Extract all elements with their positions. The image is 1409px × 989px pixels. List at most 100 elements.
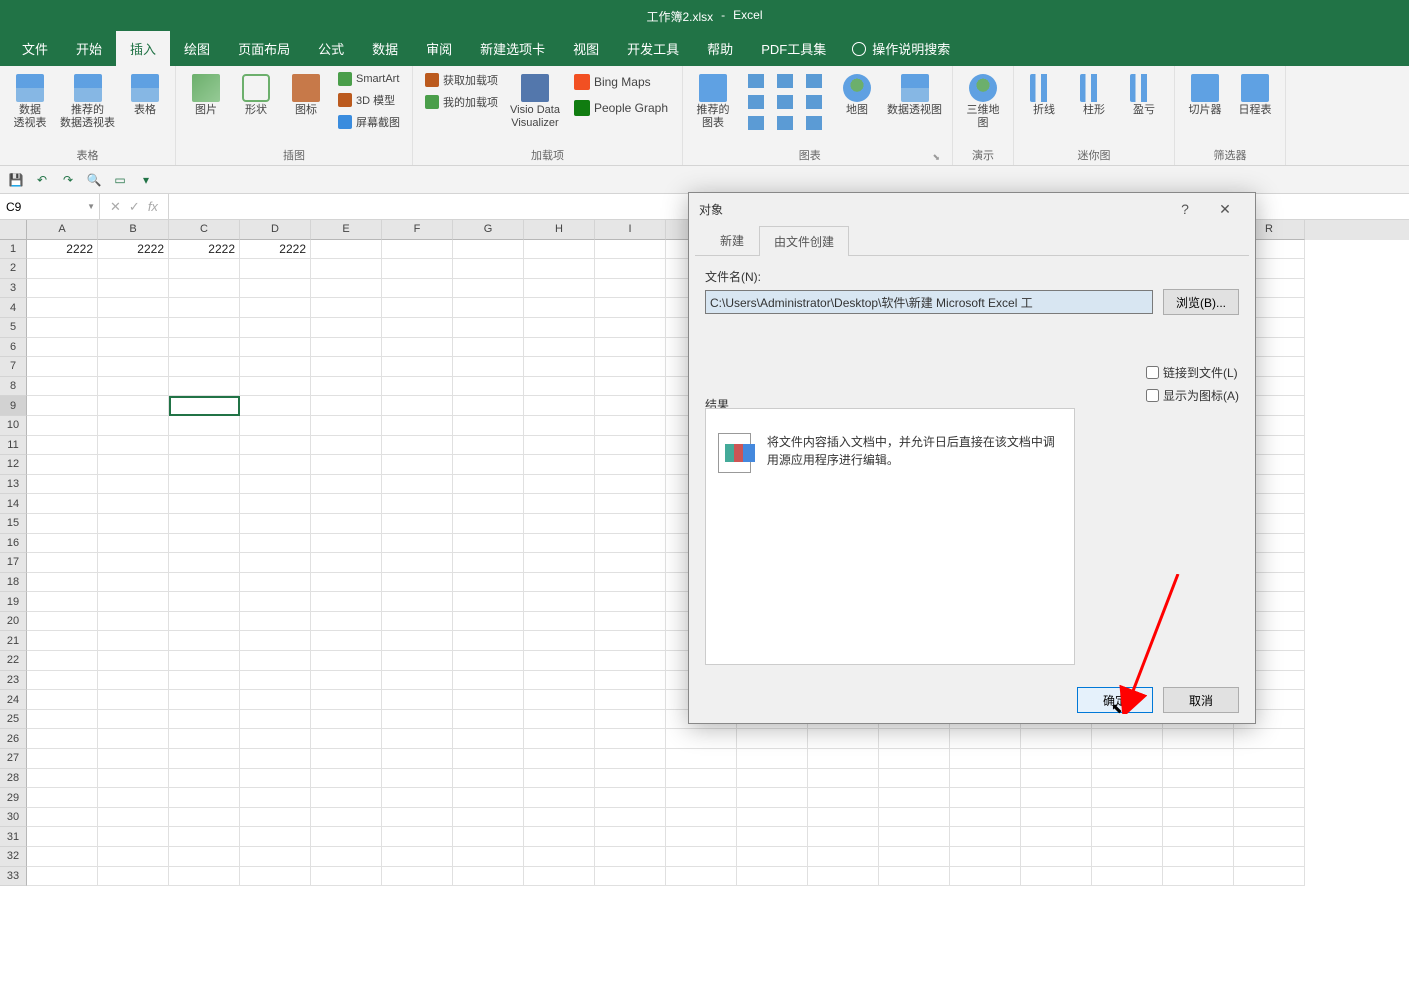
cell-C19[interactable] xyxy=(169,592,240,612)
cell-B30[interactable] xyxy=(98,808,169,828)
cell-A21[interactable] xyxy=(27,631,98,651)
cell-C12[interactable] xyxy=(169,455,240,475)
cell-E4[interactable] xyxy=(311,298,382,318)
enter-formula-button[interactable]: ✓ xyxy=(129,199,140,215)
cell-A4[interactable] xyxy=(27,298,98,318)
cell-H20[interactable] xyxy=(524,612,595,632)
cell-G29[interactable] xyxy=(453,788,524,808)
cell-D16[interactable] xyxy=(240,534,311,554)
cell-A28[interactable] xyxy=(27,769,98,789)
pivotchart-button[interactable]: 数据透视图 xyxy=(885,70,944,121)
cell-A30[interactable] xyxy=(27,808,98,828)
cell-R32[interactable] xyxy=(1234,847,1305,867)
cell-I33[interactable] xyxy=(595,867,666,887)
col-header-I[interactable]: I xyxy=(595,220,666,240)
rec-pivot-button[interactable]: 推荐的 数据透视表 xyxy=(58,70,117,134)
cell-C10[interactable] xyxy=(169,416,240,436)
cell-D20[interactable] xyxy=(240,612,311,632)
cell-H15[interactable] xyxy=(524,514,595,534)
cell-A1[interactable]: 2222 xyxy=(27,240,98,260)
row-header-31[interactable]: 31 xyxy=(0,827,27,847)
cell-M30[interactable] xyxy=(879,808,950,828)
row-header-6[interactable]: 6 xyxy=(0,338,27,358)
cell-E12[interactable] xyxy=(311,455,382,475)
cell-E31[interactable] xyxy=(311,827,382,847)
cell-D28[interactable] xyxy=(240,769,311,789)
cell-G3[interactable] xyxy=(453,279,524,299)
cell-A6[interactable] xyxy=(27,338,98,358)
tab-formulas[interactable]: 公式 xyxy=(304,31,358,66)
cell-R31[interactable] xyxy=(1234,827,1305,847)
row-header-23[interactable]: 23 xyxy=(0,671,27,691)
cell-N27[interactable] xyxy=(950,749,1021,769)
cell-A5[interactable] xyxy=(27,318,98,338)
cell-D6[interactable] xyxy=(240,338,311,358)
cell-N28[interactable] xyxy=(950,769,1021,789)
cell-D19[interactable] xyxy=(240,592,311,612)
cell-O31[interactable] xyxy=(1021,827,1092,847)
cell-C18[interactable] xyxy=(169,573,240,593)
cell-A23[interactable] xyxy=(27,671,98,691)
cell-E21[interactable] xyxy=(311,631,382,651)
cell-F3[interactable] xyxy=(382,279,453,299)
cell-H19[interactable] xyxy=(524,592,595,612)
cell-F12[interactable] xyxy=(382,455,453,475)
tell-me[interactable]: 操作说明搜索 xyxy=(852,31,950,66)
tab-developer[interactable]: 开发工具 xyxy=(613,31,693,66)
cell-G32[interactable] xyxy=(453,847,524,867)
cell-D2[interactable] xyxy=(240,259,311,279)
cell-P30[interactable] xyxy=(1092,808,1163,828)
cell-C30[interactable] xyxy=(169,808,240,828)
chart-pie-button[interactable] xyxy=(801,72,827,90)
cell-G18[interactable] xyxy=(453,573,524,593)
row-header-32[interactable]: 32 xyxy=(0,847,27,867)
cell-F19[interactable] xyxy=(382,592,453,612)
cell-H33[interactable] xyxy=(524,867,595,887)
cell-N26[interactable] xyxy=(950,729,1021,749)
cell-O32[interactable] xyxy=(1021,847,1092,867)
cell-M31[interactable] xyxy=(879,827,950,847)
filename-input[interactable] xyxy=(705,290,1153,314)
cell-E30[interactable] xyxy=(311,808,382,828)
cell-A15[interactable] xyxy=(27,514,98,534)
cell-D5[interactable] xyxy=(240,318,311,338)
cell-E27[interactable] xyxy=(311,749,382,769)
cell-B11[interactable] xyxy=(98,436,169,456)
cell-K31[interactable] xyxy=(737,827,808,847)
cell-E23[interactable] xyxy=(311,671,382,691)
cell-M27[interactable] xyxy=(879,749,950,769)
cell-B26[interactable] xyxy=(98,729,169,749)
cell-C2[interactable] xyxy=(169,259,240,279)
cell-N33[interactable] xyxy=(950,867,1021,887)
cell-B4[interactable] xyxy=(98,298,169,318)
cell-O30[interactable] xyxy=(1021,808,1092,828)
tab-home[interactable]: 开始 xyxy=(62,31,116,66)
cell-C17[interactable] xyxy=(169,553,240,573)
cell-F18[interactable] xyxy=(382,573,453,593)
cell-F5[interactable] xyxy=(382,318,453,338)
fx-button[interactable]: fx xyxy=(148,199,158,214)
cell-I20[interactable] xyxy=(595,612,666,632)
row-header-20[interactable]: 20 xyxy=(0,612,27,632)
cell-E20[interactable] xyxy=(311,612,382,632)
cell-D15[interactable] xyxy=(240,514,311,534)
col-header-B[interactable]: B xyxy=(98,220,169,240)
cell-I16[interactable] xyxy=(595,534,666,554)
cell-A17[interactable] xyxy=(27,553,98,573)
cell-A22[interactable] xyxy=(27,651,98,671)
row-header-21[interactable]: 21 xyxy=(0,631,27,651)
cell-D4[interactable] xyxy=(240,298,311,318)
row-header-33[interactable]: 33 xyxy=(0,867,27,887)
cell-I30[interactable] xyxy=(595,808,666,828)
visio-button[interactable]: Visio Data Visualizer xyxy=(508,70,562,134)
cell-H1[interactable] xyxy=(524,240,595,260)
col-header-F[interactable]: F xyxy=(382,220,453,240)
cell-L27[interactable] xyxy=(808,749,879,769)
cell-I5[interactable] xyxy=(595,318,666,338)
cell-E13[interactable] xyxy=(311,475,382,495)
cell-D29[interactable] xyxy=(240,788,311,808)
cell-D1[interactable]: 2222 xyxy=(240,240,311,260)
cell-H27[interactable] xyxy=(524,749,595,769)
timeline-button[interactable]: 日程表 xyxy=(1233,70,1277,121)
cell-H32[interactable] xyxy=(524,847,595,867)
